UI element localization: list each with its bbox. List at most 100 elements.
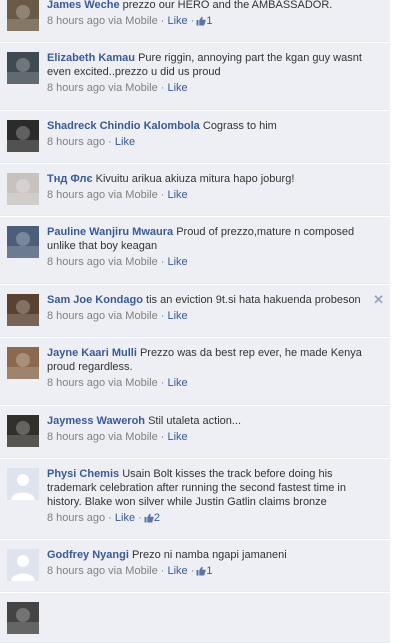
comment-meta: 8 hours ago · Like [47, 135, 382, 149]
like-button[interactable]: Like [168, 565, 188, 577]
comment-body: Sam Joe Kondago tis an eviction 9t.si ha… [47, 293, 382, 307]
avatar[interactable] [7, 52, 39, 84]
like-button[interactable]: Like [168, 256, 188, 268]
avatar[interactable] [7, 226, 39, 258]
comment-text: tis an eviction 9t.si hata hakuenda prob… [146, 294, 361, 306]
comment-body: James Weche prezzo our HERO and the AMBA… [47, 0, 382, 12]
separator: · [138, 512, 142, 524]
like-count[interactable]: 1 [206, 565, 212, 577]
comment-timestamp[interactable]: 8 hours ago [47, 82, 105, 94]
comment-author-link[interactable]: Pauline Wanjiru Mwaura [47, 226, 173, 238]
comment-meta: 8 hours ago via Mobile · Like [47, 430, 382, 444]
comment-meta: 8 hours ago via Mobile · Like · 1 [47, 564, 382, 580]
via-mobile-label: via Mobile [108, 256, 158, 268]
comment-author-link[interactable]: Physi Chemis [47, 468, 119, 480]
thumbs-up-icon[interactable] [144, 513, 154, 527]
separator: · [108, 512, 112, 524]
comment-item: Pauline Wanjiru Mwaura Proud of prezzo,m… [0, 216, 390, 284]
via-mobile-label: via Mobile [108, 82, 158, 94]
like-button[interactable]: Like [168, 431, 188, 443]
like-button[interactable]: Like [168, 15, 188, 27]
comment-author-link[interactable]: Тнд Флє [47, 173, 93, 185]
comment-timestamp[interactable]: 8 hours ago [47, 15, 105, 27]
comment-meta: 8 hours ago via Mobile · Like [47, 309, 382, 323]
like-button[interactable]: Like [168, 310, 188, 322]
comment-item: Jayne Kaari Mulli Prezzo was da best rep… [0, 337, 390, 405]
comment-text: Prezo ni namba ngapi jamaneni [131, 549, 287, 561]
comment-meta: 8 hours ago via Mobile · Like [47, 255, 382, 269]
avatar[interactable] [7, 468, 39, 500]
comment-item: Jaymess Waweroh Stil utaleta action... 8 … [0, 405, 390, 458]
via-mobile-label: via Mobile [108, 15, 158, 27]
comment-author-link[interactable]: James Weche [47, 0, 120, 11]
comment-body: Pauline Wanjiru Mwaura Proud of prezzo,m… [47, 225, 382, 253]
separator: · [160, 310, 165, 322]
comment-timestamp[interactable]: 8 hours ago [47, 310, 105, 322]
avatar[interactable] [7, 347, 39, 379]
comment-timestamp[interactable]: 8 hours ago [47, 431, 105, 443]
comment-body: Physi Chemis Usain Bolt kisses the track… [47, 467, 382, 509]
thumbs-up-icon[interactable] [196, 566, 207, 580]
comment-author-link[interactable]: Sam Joe Kondago [47, 294, 143, 306]
comment-text: Stil utaleta action... [148, 415, 242, 427]
comment-meta: 8 hours ago via Mobile · Like [47, 81, 382, 95]
comment-timestamp[interactable]: 8 hours ago [47, 565, 105, 577]
comment-text: Cograss to him [202, 120, 277, 132]
comment-feed: James Weche prezzo our HERO and the AMBA… [0, 0, 390, 643]
comment-timestamp[interactable]: 8 hours ago [47, 189, 105, 201]
via-mobile-label: via Mobile [108, 377, 158, 389]
comment-meta: 8 hours ago · Like · 2 [47, 511, 382, 527]
comment-timestamp[interactable]: 8 hours ago [47, 136, 105, 148]
avatar[interactable] [7, 0, 39, 31]
comment-body: Godfrey Nyangi Prezo ni namba ngapi jama… [47, 548, 382, 562]
remove-comment-icon[interactable]: ✕ [373, 293, 384, 306]
via-mobile-label: via Mobile [108, 431, 158, 443]
separator: · [108, 136, 112, 148]
comment-meta: 8 hours ago via Mobile · Like [47, 376, 382, 390]
comment-body: Elizabeth Kamau Pure riggin, annoying pa… [47, 51, 382, 79]
comment-body: Jayne Kaari Mulli Prezzo was da best rep… [47, 346, 382, 374]
comment-body: Shadreck Chindio Kalombola Cograss to hi… [47, 119, 382, 133]
comment-item: Godfrey Nyangi Prezo ni namba ngapi jama… [0, 539, 390, 592]
like-button[interactable]: Like [168, 189, 188, 201]
scrollbar[interactable] [392, 0, 400, 500]
thumbs-up-icon[interactable] [196, 16, 207, 30]
comment-text: Kivuitu arikua akiuza mitura hapo joburg… [95, 173, 295, 185]
like-button[interactable]: Like [168, 82, 188, 94]
comment-item: Physi Chemis Usain Bolt kisses the track… [0, 458, 390, 539]
separator: · [160, 189, 165, 201]
avatar[interactable] [7, 602, 39, 634]
like-count[interactable]: 2 [154, 512, 160, 524]
avatar[interactable] [7, 173, 39, 205]
separator: · [160, 565, 165, 577]
avatar[interactable] [7, 415, 39, 447]
comment-timestamp[interactable]: 8 hours ago [47, 377, 105, 389]
comment-author-link[interactable]: Jayne Kaari Mulli [47, 347, 137, 359]
comment-meta: 8 hours ago via Mobile · Like [47, 188, 382, 202]
avatar[interactable] [7, 294, 39, 326]
via-mobile-label: via Mobile [108, 565, 158, 577]
separator: · [190, 565, 195, 577]
comment-author-link[interactable]: Elizabeth Kamau [47, 52, 135, 64]
like-count[interactable]: 1 [206, 15, 212, 27]
comment-body: Jaymess Waweroh Stil utaleta action... [47, 414, 382, 428]
like-button[interactable]: Like [168, 377, 188, 389]
avatar[interactable] [7, 549, 39, 581]
comment-author-link[interactable]: Shadreck Chindio Kalombola [47, 120, 200, 132]
comment-item: Shadreck Chindio Kalombola Cograss to hi… [0, 110, 390, 163]
like-button[interactable]: Like [115, 512, 135, 524]
separator: · [190, 15, 195, 27]
comment-author-link[interactable]: Jaymess Waweroh [47, 415, 145, 427]
via-mobile-label: via Mobile [108, 189, 158, 201]
comment-meta: 8 hours ago via Mobile · Like · 1 [47, 14, 382, 30]
avatar[interactable] [7, 120, 39, 152]
separator: · [160, 15, 165, 27]
comment-timestamp[interactable]: 8 hours ago [47, 512, 105, 524]
comment-item: Elizabeth Kamau Pure riggin, annoying pa… [0, 42, 390, 110]
comment-item [0, 592, 390, 643]
comment-item: James Weche prezzo our HERO and the AMBA… [0, 0, 390, 42]
comment-author-link[interactable]: Godfrey Nyangi [47, 549, 129, 561]
comment-text: prezzo our HERO and the AMBASSADOR. [122, 0, 333, 11]
comment-timestamp[interactable]: 8 hours ago [47, 256, 105, 268]
like-button[interactable]: Like [115, 136, 135, 148]
